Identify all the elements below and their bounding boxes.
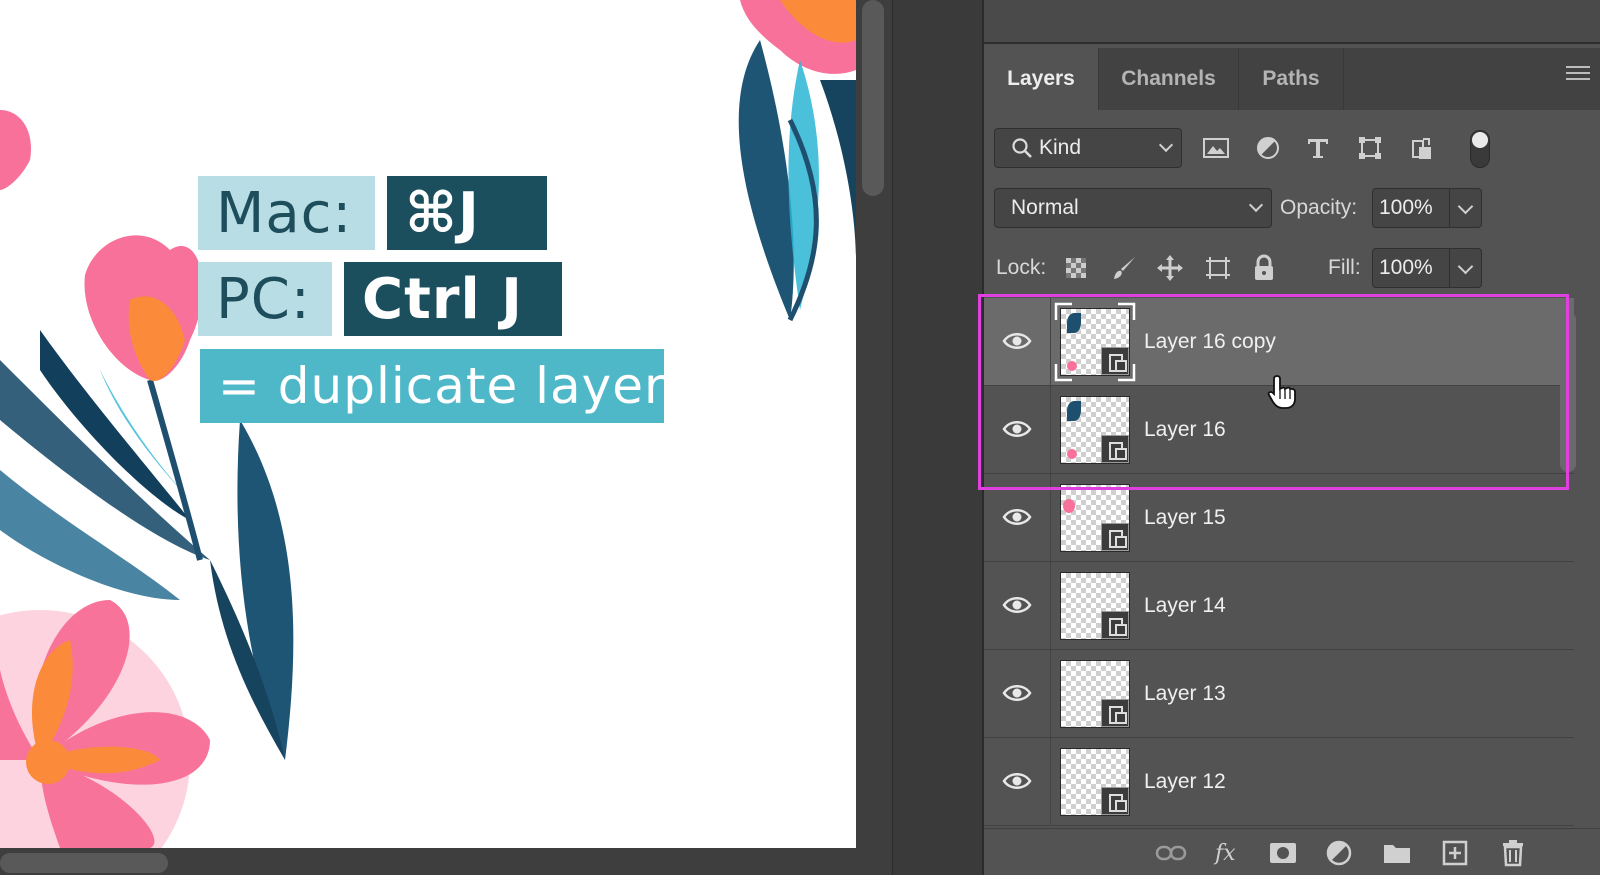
panel-top-area	[984, 0, 1600, 44]
eye-visibility-icon[interactable]	[1002, 768, 1032, 794]
layer-name[interactable]: Layer 14	[1144, 594, 1226, 618]
smart-object-badge-icon	[1101, 787, 1129, 815]
tab-layers[interactable]: Layers	[984, 48, 1098, 110]
row-divider	[1050, 298, 1051, 386]
canvas-horizontal-scroll-thumb[interactable]	[0, 853, 168, 873]
smart-object-filter-icon[interactable]	[1406, 132, 1438, 164]
smart-object-badge-icon	[1101, 611, 1129, 639]
layer-row[interactable]: Layer 14	[984, 562, 1574, 650]
fill-label: Fill:	[1328, 256, 1361, 279]
layer-row[interactable]: Layer 12	[984, 738, 1574, 826]
layer-row[interactable]: Layer 15	[984, 474, 1574, 562]
filter-toggle-switch[interactable]	[1470, 130, 1490, 168]
watercolor-flowers-artwork	[0, 0, 856, 848]
thumbnail-leaf-detail	[1067, 401, 1081, 421]
lock-transparent-pixels-icon[interactable]	[1060, 252, 1092, 284]
layer-row[interactable]: Layer 13	[984, 650, 1574, 738]
layers-panel: Layers Channels Paths Kind Normal Opacit…	[982, 0, 1600, 875]
new-group-icon[interactable]	[1380, 838, 1414, 868]
panel-tabs: Layers Channels Paths	[984, 48, 1600, 110]
smart-object-badge-icon	[1101, 699, 1129, 727]
fill-dropdown-button[interactable]	[1450, 248, 1482, 288]
lock-position-icon[interactable]	[1154, 252, 1186, 284]
adjustment-layer-icon[interactable]	[1322, 838, 1356, 868]
fill-field[interactable]: 100%	[1372, 248, 1450, 288]
add-mask-icon[interactable]	[1266, 838, 1300, 868]
thumbnail-flower-detail	[1067, 361, 1077, 371]
layer-thumbnail	[1060, 484, 1130, 552]
layer-thumbnail	[1060, 396, 1130, 464]
adjustment-filter-icon[interactable]	[1252, 132, 1284, 164]
fx-icon[interactable]: fx	[1210, 838, 1244, 868]
mac-shortcut-keys: ⌘J	[387, 176, 547, 250]
smart-object-badge-icon	[1101, 435, 1129, 463]
lock-image-pixels-icon[interactable]	[1108, 252, 1140, 284]
layer-name[interactable]: Layer 13	[1144, 682, 1226, 706]
layers-list: Layer 16 copy Layer 16 Layer 15 Layer 14…	[984, 298, 1574, 828]
eye-visibility-icon[interactable]	[1002, 680, 1032, 706]
blend-mode-dropdown[interactable]: Normal	[994, 188, 1272, 228]
eye-visibility-icon[interactable]	[1002, 592, 1032, 618]
shape-filter-icon[interactable]	[1354, 132, 1386, 164]
delete-layer-icon[interactable]	[1496, 838, 1530, 868]
layer-thumbnail	[1060, 660, 1130, 728]
row-divider	[1050, 650, 1051, 738]
lock-label: Lock:	[996, 256, 1047, 279]
row-divider	[1050, 474, 1051, 562]
blend-mode-value: Normal	[1011, 196, 1079, 219]
duplicate-layer-caption: = duplicate layer	[200, 349, 665, 423]
new-layer-icon[interactable]	[1438, 838, 1472, 868]
layer-thumbnail	[1060, 572, 1130, 640]
pc-shortcut-label: PC:	[198, 262, 332, 336]
row-divider	[1050, 562, 1051, 650]
layers-list-scrollbar[interactable]	[1560, 312, 1576, 472]
panel-menu-icon[interactable]	[1566, 66, 1590, 84]
lock-all-icon[interactable]	[1248, 252, 1280, 284]
thumbnail-leaf-detail	[1067, 313, 1081, 333]
eye-visibility-icon[interactable]	[1002, 416, 1032, 442]
chevron-down-icon	[1248, 197, 1264, 213]
layer-name[interactable]: Layer 16	[1144, 418, 1226, 442]
chevron-down-icon	[1158, 137, 1174, 153]
layer-row[interactable]: Layer 16	[984, 386, 1574, 474]
smart-object-badge-icon	[1101, 523, 1129, 551]
layer-name[interactable]: Layer 12	[1144, 770, 1226, 794]
tab-paths[interactable]: Paths	[1238, 48, 1344, 110]
row-divider	[1050, 738, 1051, 826]
eye-visibility-icon[interactable]	[1002, 504, 1032, 530]
pc-shortcut-keys: Ctrl J	[344, 262, 562, 336]
tab-channels[interactable]: Channels	[1098, 48, 1238, 110]
layer-thumbnail	[1060, 308, 1130, 376]
link-layers-icon[interactable]	[1154, 838, 1188, 868]
thumbnail-flower-detail	[1063, 499, 1075, 513]
filter-kind-dropdown[interactable]: Kind	[994, 128, 1182, 168]
opacity-field[interactable]: 100%	[1372, 188, 1450, 228]
row-divider	[1050, 386, 1051, 474]
layer-thumbnail	[1060, 748, 1130, 816]
document-canvas[interactable]: Mac: ⌘J PC: Ctrl J = duplicate layer	[0, 0, 856, 848]
layer-name[interactable]: Layer 16 copy	[1144, 330, 1276, 354]
mac-shortcut-label: Mac:	[198, 176, 375, 250]
thumbnail-flower-detail	[1067, 449, 1077, 459]
opacity-dropdown-button[interactable]	[1450, 188, 1482, 228]
eye-visibility-icon[interactable]	[1002, 328, 1032, 354]
search-icon	[1012, 138, 1032, 158]
svg-text:fx: fx	[1213, 841, 1236, 866]
lock-artboard-icon[interactable]	[1202, 252, 1234, 284]
type-filter-icon[interactable]	[1302, 132, 1334, 164]
panel-gutter	[892, 0, 982, 875]
filter-kind-label: Kind	[1039, 136, 1082, 159]
layer-row[interactable]: Layer 16 copy	[984, 298, 1574, 386]
layer-name[interactable]: Layer 15	[1144, 506, 1226, 530]
canvas-vertical-scroll-thumb[interactable]	[862, 0, 884, 196]
image-filter-icon[interactable]	[1200, 132, 1232, 164]
opacity-label: Opacity:	[1280, 196, 1358, 219]
smart-object-badge-icon	[1101, 347, 1129, 375]
